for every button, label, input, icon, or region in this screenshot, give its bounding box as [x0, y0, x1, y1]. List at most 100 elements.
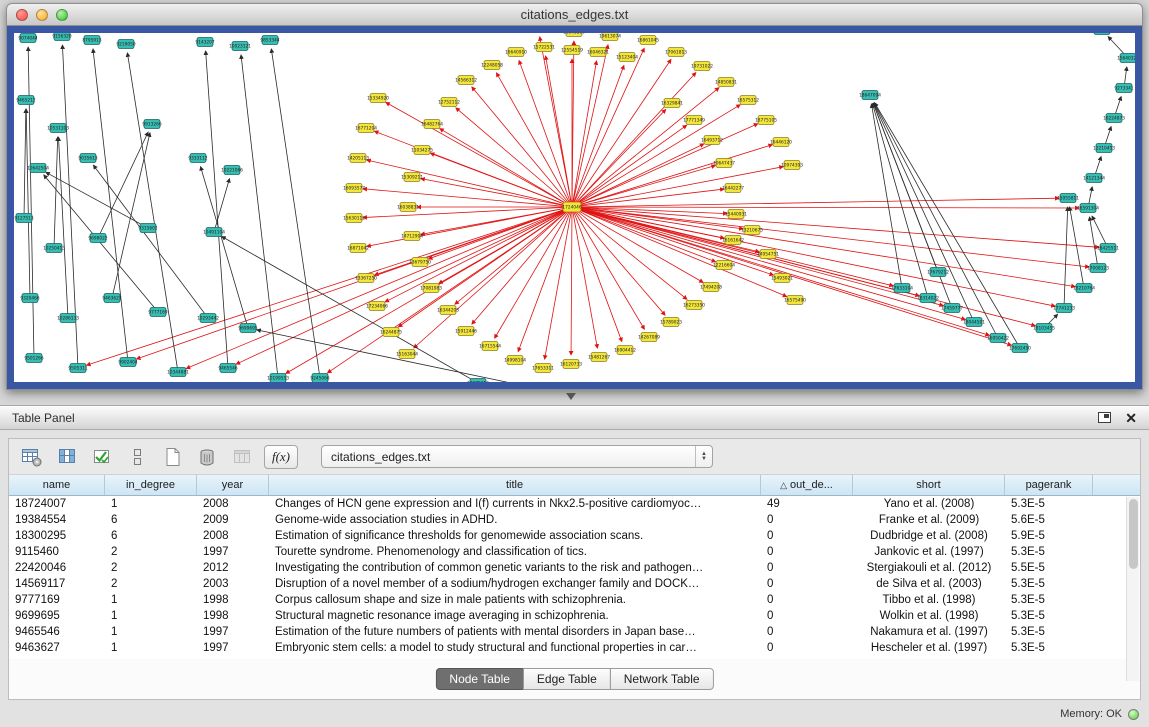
table-cell[interactable]: 5.3E-5 [1005, 576, 1093, 592]
graph-node[interactable]: 16950422 [987, 334, 1009, 343]
graph-node[interactable]: 12216604 [713, 261, 735, 270]
table-cell[interactable]: Disruption of a novel member of a sodium… [269, 576, 761, 592]
table-cell[interactable]: 1997 [197, 544, 269, 560]
table-cell[interactable]: 49 [761, 496, 853, 512]
graph-node[interactable]: 9561204 [1092, 33, 1111, 35]
new-table-icon[interactable] [159, 445, 185, 469]
table-cell[interactable]: 14569117 [9, 576, 105, 592]
graph-node[interactable]: 16329841 [661, 99, 683, 108]
graph-node[interactable]: 17061813 [665, 48, 687, 57]
graph-node[interactable]: 10531103 [47, 124, 69, 133]
table-cell[interactable]: 1997 [197, 640, 269, 656]
graph-node[interactable]: 12210453 [1093, 144, 1115, 153]
table-cell[interactable]: 9699695 [9, 608, 105, 624]
table-cell[interactable]: 2009 [197, 512, 269, 528]
graph-node[interactable]: 9156320 [52, 33, 71, 41]
table-cell[interactable]: 5.5E-5 [1005, 560, 1093, 576]
graph-node[interactable]: 17741233 [1053, 304, 1075, 313]
tab-edge-table[interactable]: Edge Table [523, 668, 611, 690]
table-cell[interactable]: Jankovic et al. (1997) [853, 544, 1005, 560]
graph-node[interactable]: 13367250 [355, 274, 377, 283]
graph-node[interactable]: 14205113 [347, 154, 369, 163]
graph-node[interactable]: 12554519 [561, 46, 583, 55]
graph-node[interactable]: 10293442 [197, 314, 219, 323]
graph-node[interactable]: 16244875 [380, 328, 402, 337]
table-cell[interactable]: 5.6E-5 [1005, 512, 1093, 528]
graph-node[interactable]: 17234066 [366, 302, 388, 311]
table-cell[interactable]: 0 [761, 560, 853, 576]
graph-node[interactable]: 18425511 [1097, 244, 1119, 253]
toggle-columns-icon[interactable] [54, 445, 80, 469]
table-cell[interactable]: 5.3E-5 [1005, 624, 1093, 640]
graph-node[interactable]: 12752112 [438, 98, 460, 107]
table-cell[interactable]: Estimation of the future numbers of pati… [269, 624, 761, 640]
close-window-button[interactable] [16, 9, 28, 21]
table-row[interactable]: 977716911998Corpus callosum shape and si… [9, 592, 1140, 608]
graph-node[interactable]: 9245066 [310, 374, 329, 383]
graph-node[interactable]: 9320466 [20, 294, 39, 303]
graph-node[interactable]: 17771349 [683, 116, 705, 125]
tab-node-table[interactable]: Node Table [435, 668, 524, 690]
graph-node[interactable]: 10286133 [57, 314, 79, 323]
graph-node[interactable]: 9463627 [102, 294, 121, 303]
graph-node[interactable]: 18210764 [1073, 284, 1095, 293]
graph-node[interactable]: 15955811 [1057, 194, 1079, 203]
graph-node[interactable]: 9698022 [88, 234, 107, 243]
graph-node[interactable]: 15309211 [401, 173, 423, 182]
table-cell[interactable]: Yano et al. (2008) [853, 496, 1005, 512]
column-header-out-degree[interactable]: △out_de... [761, 475, 853, 495]
table-cell[interactable]: Wolkin et al. (1998) [853, 608, 1005, 624]
table-cell[interactable]: 1997 [197, 624, 269, 640]
graph-node[interactable]: 10344881 [167, 368, 189, 377]
graph-node[interactable]: 9777169 [148, 308, 167, 317]
graph-node[interactable]: 12248058 [481, 61, 503, 70]
table-cell[interactable]: 0 [761, 640, 853, 656]
table-row[interactable]: 946362711997Embryonic stem cells: a mode… [9, 640, 1140, 656]
table-cell[interactable]: Embryonic stem cells: a model to study s… [269, 640, 761, 656]
graph-node[interactable]: 16575490 [784, 296, 806, 305]
table-cell[interactable]: 9115460 [9, 544, 105, 560]
table-cell[interactable]: 0 [761, 608, 853, 624]
table-cell[interactable]: 5.3E-5 [1005, 496, 1093, 512]
column-settings-icon[interactable] [19, 445, 45, 469]
graph-node[interactable]: 15334920 [367, 94, 389, 103]
graph-node[interactable]: 18314022 [917, 294, 939, 303]
graph-node[interactable]: 16442277 [722, 184, 744, 193]
graph-node[interactable]: 10075316 [467, 379, 489, 383]
graph-node[interactable]: 16649500 [563, 33, 585, 37]
table-cell[interactable]: 2 [105, 544, 197, 560]
table-cell[interactable]: 5.9E-5 [1005, 528, 1093, 544]
table-cell[interactable]: 0 [761, 592, 853, 608]
graph-node[interactable]: 18103455 [1033, 324, 1055, 333]
graph-node[interactable]: 9035613 [78, 154, 97, 163]
graph-node[interactable]: 16482764 [421, 120, 443, 129]
table-cell[interactable]: 19384554 [9, 512, 105, 528]
graph-node[interactable]: 16591304 [1077, 204, 1099, 213]
splitter-handle[interactable] [566, 393, 576, 400]
import-table-icon[interactable] [229, 445, 255, 469]
table-cell[interactable]: 5.3E-5 [1005, 544, 1093, 560]
graph-node[interactable]: 13679750 [409, 258, 431, 267]
graph-node[interactable]: 14954751 [757, 250, 779, 259]
graph-node[interactable]: 9127513 [14, 214, 33, 223]
table-cell[interactable]: Investigating the contribution of common… [269, 560, 761, 576]
graph-node[interactable]: 18775105 [755, 116, 777, 125]
table-cell[interactable]: 1 [105, 496, 197, 512]
graph-node[interactable]: 14267089 [638, 333, 660, 342]
table-cell[interactable]: 9463627 [9, 640, 105, 656]
table-row[interactable]: 1938455462009Genome-wide association stu… [9, 512, 1140, 528]
graph-node[interactable]: 9505311 [68, 364, 87, 373]
graph-node[interactable]: 16046321 [587, 48, 609, 57]
graph-node[interactable]: 16771204 [355, 124, 377, 133]
graph-node[interactable]: 9074044 [18, 34, 37, 43]
column-header-name[interactable]: name [9, 475, 105, 495]
graph-node[interactable]: 15630112 [343, 214, 365, 223]
graph-node[interactable]: 16273350 [683, 301, 705, 310]
graph-node[interactable]: 18647094 [859, 91, 881, 100]
table-cell[interactable]: 0 [761, 528, 853, 544]
graph-node[interactable]: 14850831 [715, 78, 737, 87]
table-cell[interactable]: 9777169 [9, 592, 105, 608]
table-cell[interactable]: de Silva et al. (2003) [853, 576, 1005, 592]
table-row[interactable]: 1456911722003Disruption of a novel membe… [9, 576, 1140, 592]
table-row[interactable]: 2242004622012Investigating the contribut… [9, 560, 1140, 576]
